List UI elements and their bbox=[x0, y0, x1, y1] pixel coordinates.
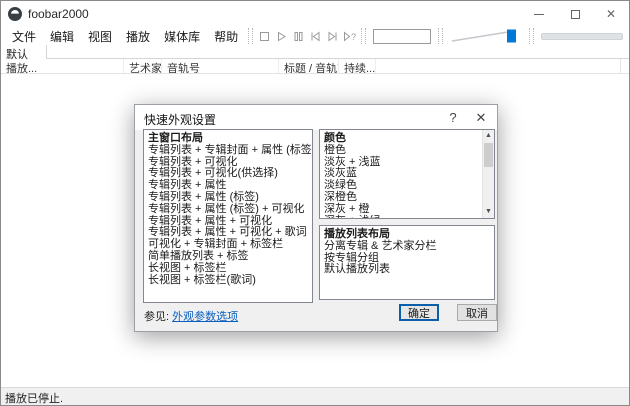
color-list-item[interactable]: 深灰 + 浅绿 bbox=[324, 216, 481, 219]
layout-list-item[interactable]: 简单播放列表 + 标签 bbox=[148, 251, 312, 263]
status-text: 播放已停止. bbox=[5, 393, 63, 405]
close-icon: ✕ bbox=[476, 110, 487, 126]
toolbar-separator bbox=[248, 28, 253, 44]
dialog-title: 快速外观设置 bbox=[144, 111, 216, 128]
color-list-item[interactable]: 橙色 bbox=[324, 145, 481, 157]
menubar: 文件编辑视图播放媒体库帮助 bbox=[1, 27, 245, 45]
layout-list-item[interactable]: 专辑列表 + 属性 (标签) + 可视化 bbox=[148, 204, 312, 216]
playlist-tabs: 默认 bbox=[1, 45, 629, 59]
column-header[interactable]: 艺术家/专辑 bbox=[124, 59, 162, 73]
main-layout-items: 专辑列表 + 专辑封面 + 属性 (标签) + 可视化 + 歌词专辑列表 + 可… bbox=[148, 145, 312, 287]
dialog-close-button[interactable]: ✕ bbox=[467, 105, 495, 130]
previous-icon bbox=[309, 30, 322, 43]
next-button[interactable] bbox=[324, 28, 341, 44]
color-list-item[interactable]: 深灰 + 橙 bbox=[324, 204, 481, 216]
scrollbar-thumb[interactable] bbox=[484, 143, 493, 167]
playlist-layout-item[interactable]: 分离专辑 & 艺术家分栏 bbox=[324, 241, 494, 253]
scroll-down-icon[interactable]: ▼ bbox=[483, 206, 494, 218]
menu-item[interactable]: 编辑 bbox=[43, 26, 81, 47]
column-header[interactable]: 标题 / 音轨艺术家 bbox=[279, 59, 339, 73]
maximize-icon bbox=[571, 10, 580, 19]
dialog-titlebar: 快速外观设置 ? ✕ bbox=[135, 105, 497, 130]
foobar2000-app-icon bbox=[8, 7, 22, 21]
quick-appearance-setup-dialog: 快速外观设置 ? ✕ 主窗口布局 专辑列表 + 专辑封面 + 属性 (标签) +… bbox=[134, 104, 498, 332]
random-icon: ? bbox=[342, 30, 357, 43]
list-header-colors: 颜色 bbox=[324, 133, 481, 145]
menu-item[interactable]: 文件 bbox=[5, 26, 43, 47]
previous-button[interactable] bbox=[307, 28, 324, 44]
stop-button[interactable] bbox=[256, 28, 273, 44]
close-icon: ✕ bbox=[606, 7, 616, 21]
stop-icon bbox=[258, 30, 271, 43]
playlist-layout-item[interactable]: 默认播放列表 bbox=[324, 264, 494, 276]
next-icon bbox=[326, 30, 339, 43]
close-button[interactable]: ✕ bbox=[593, 1, 629, 27]
main-layout-listbox[interactable]: 主窗口布局 专辑列表 + 专辑封面 + 属性 (标签) + 可视化 + 歌词专辑… bbox=[143, 129, 313, 303]
playlist-layout-listbox[interactable]: 播放列表布局 分离专辑 & 艺术家分栏按专辑分组默认播放列表 bbox=[319, 225, 495, 300]
column-header[interactable]: 播放... bbox=[1, 59, 124, 73]
colors-scrollbar[interactable]: ▲ ▼ bbox=[482, 130, 494, 218]
playback-order-box[interactable] bbox=[373, 29, 431, 44]
window-title: foobar2000 bbox=[28, 7, 89, 21]
column-header[interactable]: 音轨号 bbox=[162, 59, 279, 73]
cancel-button[interactable]: 取消 bbox=[457, 304, 497, 321]
maximize-button[interactable] bbox=[557, 1, 593, 27]
toolbar-separator bbox=[361, 28, 366, 44]
scroll-up-icon[interactable]: ▲ bbox=[483, 130, 494, 142]
toolbar: 文件编辑视图播放媒体库帮助 ? bbox=[1, 27, 629, 45]
menu-item[interactable]: 视图 bbox=[81, 26, 119, 47]
menu-item[interactable]: 帮助 bbox=[207, 26, 245, 47]
help-icon: ? bbox=[449, 110, 456, 125]
see-also-row: 参见: 外观参数选项 bbox=[144, 308, 238, 324]
playlist-layout-items: 分离专辑 & 艺术家分栏按专辑分组默认播放列表 bbox=[324, 241, 494, 276]
color-items: 橙色淡灰 + 浅蓝淡灰蓝淡绿色深橙色深灰 + 橙深灰 + 浅绿 bbox=[324, 145, 481, 219]
menu-item[interactable]: 媒体库 bbox=[157, 26, 207, 47]
play-button[interactable] bbox=[273, 28, 290, 44]
ok-button[interactable]: 确定 bbox=[399, 304, 439, 321]
pause-icon bbox=[292, 30, 305, 43]
color-list-item[interactable]: 深橙色 bbox=[324, 192, 481, 204]
colors-listbox[interactable]: 颜色 橙色淡灰 + 浅蓝淡灰蓝淡绿色深橙色深灰 + 橙深灰 + 浅绿 ▲ ▼ bbox=[319, 129, 495, 219]
random-button[interactable]: ? bbox=[341, 28, 358, 44]
layout-list-item[interactable]: 专辑列表 + 属性 (标签) bbox=[148, 192, 312, 204]
see-also-label: 参见: bbox=[144, 311, 169, 323]
layout-list-item[interactable]: 长视图 + 标签栏(歌词) bbox=[148, 275, 312, 287]
dialog-help-button[interactable]: ? bbox=[439, 105, 467, 130]
toolbar-separator bbox=[529, 28, 534, 44]
layout-list-item[interactable]: 专辑列表 + 专辑封面 + 属性 (标签) + 可视化 + 歌词 bbox=[148, 145, 312, 157]
volume-slider[interactable] bbox=[450, 28, 522, 44]
svg-text:?: ? bbox=[351, 32, 356, 42]
appearance-preferences-link[interactable]: 外观参数选项 bbox=[172, 311, 238, 323]
toolbar-separator bbox=[438, 28, 443, 44]
playlist-column-headers: 播放...艺术家/专辑音轨号标题 / 音轨艺术家持续... bbox=[1, 59, 629, 74]
tab-default-playlist[interactable]: 默认 bbox=[1, 45, 47, 59]
statusbar: 播放已停止. bbox=[1, 387, 629, 405]
pause-button[interactable] bbox=[290, 28, 307, 44]
column-header[interactable]: 持续... bbox=[339, 59, 376, 73]
minimize-icon bbox=[534, 14, 544, 15]
titlebar: foobar2000 ✕ bbox=[1, 1, 629, 27]
layout-list-item[interactable]: 长视图 + 标签栏 bbox=[148, 263, 312, 275]
seekbar[interactable] bbox=[541, 33, 623, 40]
minimize-button[interactable] bbox=[521, 1, 557, 27]
main-window: foobar2000 ✕ 文件编辑视图播放媒体库帮助 ? bbox=[0, 0, 630, 406]
menu-item[interactable]: 播放 bbox=[119, 26, 157, 47]
play-icon bbox=[275, 30, 288, 43]
